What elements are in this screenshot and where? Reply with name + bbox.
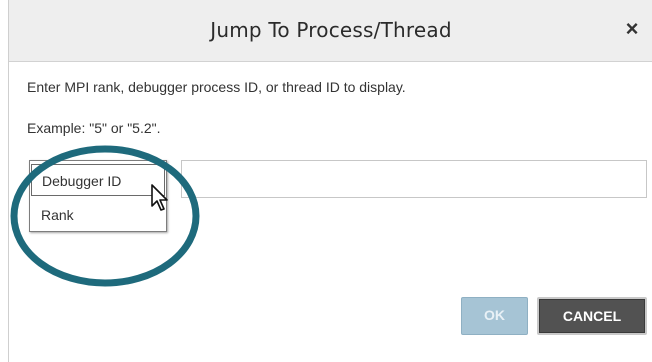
dialog-title: Jump To Process/Thread: [210, 18, 452, 42]
close-icon[interactable]: ×: [621, 17, 643, 41]
cancel-button[interactable]: CANCEL: [537, 297, 647, 335]
process-id-input[interactable]: [181, 160, 647, 198]
ok-button[interactable]: OK: [461, 297, 528, 335]
instruction-text: Enter MPI rank, debugger process ID, or …: [27, 79, 406, 95]
id-type-dropdown-list[interactable]: Debugger ID Rank: [29, 160, 167, 232]
jump-to-process-dialog: Jump To Process/Thread × Enter MPI rank,…: [8, 0, 652, 362]
option-rank[interactable]: Rank: [31, 199, 165, 231]
example-text: Example: "5" or "5.2".: [27, 120, 161, 136]
dialog-titlebar: Jump To Process/Thread ×: [9, 0, 652, 62]
option-debugger-id[interactable]: Debugger ID: [31, 164, 165, 196]
